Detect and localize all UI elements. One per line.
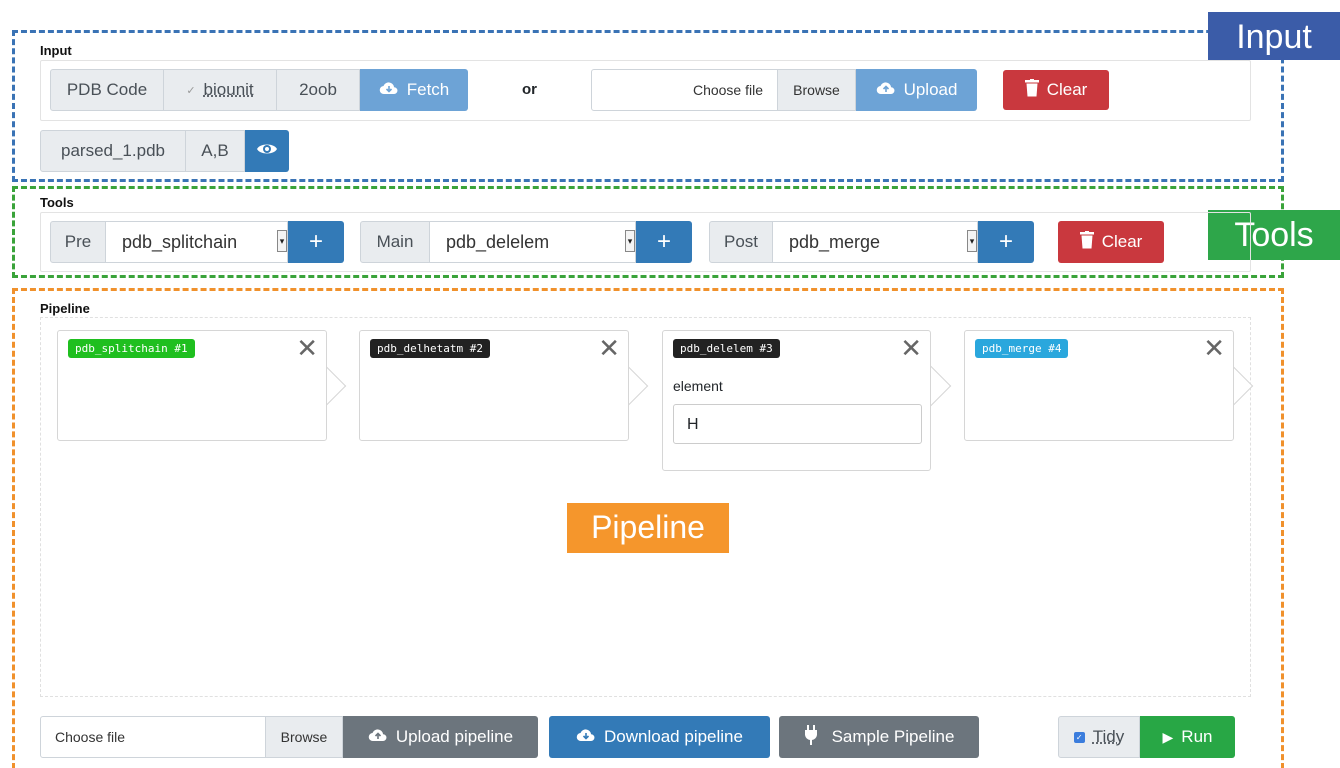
view-structure-button[interactable] (245, 130, 289, 172)
pipeline-step-card[interactable]: pdb_delhetatm #2 ✕ (359, 330, 629, 441)
cloud-download-icon (576, 727, 596, 748)
chains-label: A,B (186, 130, 245, 172)
step-tag: pdb_splitchain #1 (68, 339, 195, 358)
browse-button[interactable]: Browse (778, 69, 856, 111)
trash-icon (1025, 79, 1039, 102)
step-tag: pdb_delhetatm #2 (370, 339, 490, 358)
upload-label: Upload (904, 80, 958, 100)
main-label: Main (360, 221, 430, 263)
main-tool-select[interactable]: pdb_delelem ▾ (430, 221, 636, 263)
sample-pipeline-label: Sample Pipeline (832, 727, 955, 747)
choose-file-text: Choose file (693, 82, 763, 98)
add-main-tool-button[interactable]: + (636, 221, 692, 263)
fetch-button[interactable]: Fetch (360, 69, 468, 111)
close-icon[interactable]: ✕ (296, 333, 318, 364)
pdb-fetch-group: PDB Code ✓ biounit 2oob Fetch (50, 69, 468, 111)
input-clear-button[interactable]: Clear (1003, 70, 1109, 110)
run-label: Run (1181, 727, 1212, 747)
play-icon: ▶ (1163, 729, 1174, 746)
element-param-input[interactable]: H (673, 404, 922, 444)
pipeline-step-card[interactable]: pdb_delelem #3 ✕ element H (662, 330, 931, 471)
upload-button[interactable]: Upload (856, 69, 977, 111)
main-tool-value: pdb_delelem (446, 232, 549, 253)
eye-icon (256, 141, 278, 162)
sample-pipeline-button[interactable]: Sample Pipeline (779, 716, 979, 758)
parsed-file-name: parsed_1.pdb (40, 130, 186, 172)
add-post-tool-button[interactable]: + (978, 221, 1034, 263)
tidy-label: Tidy (1093, 727, 1125, 747)
trash-icon (1080, 231, 1094, 254)
close-icon[interactable]: ✕ (598, 333, 620, 364)
input-title: Input (40, 43, 72, 58)
step-tag: pdb_delelem #3 (673, 339, 780, 358)
checkbox-checked-icon[interactable]: ✓ (1074, 732, 1085, 743)
cloud-upload-icon (368, 727, 388, 748)
download-pipeline-label: Download pipeline (604, 727, 743, 747)
post-tool-value: pdb_merge (789, 232, 880, 253)
checkbox-icon[interactable]: ✓ (186, 84, 195, 97)
post-tool-select[interactable]: pdb_merge ▾ (773, 221, 978, 263)
pipeline-upload-group: Choose file Browse Upload pipeline (40, 716, 538, 758)
pre-label: Pre (50, 221, 106, 263)
run-button[interactable]: ▶ Run (1140, 716, 1235, 758)
step-tag: pdb_merge #4 (975, 339, 1068, 358)
or-label: or (522, 81, 537, 98)
input-clear-label: Clear (1047, 80, 1088, 100)
close-icon[interactable]: ✕ (1203, 333, 1225, 364)
dropdown-caret-icon[interactable]: ▾ (277, 230, 287, 252)
pdb-code-label: PDB Code (50, 69, 164, 111)
cloud-download-icon (379, 80, 399, 101)
pre-tool-value: pdb_splitchain (122, 232, 237, 253)
cloud-upload-icon (876, 80, 896, 101)
upload-pipeline-button[interactable]: Upload pipeline (343, 716, 538, 758)
pre-tool-group: Pre pdb_splitchain ▾ + (50, 221, 344, 263)
tools-clear-button[interactable]: Clear (1058, 221, 1164, 263)
pipeline-step-card[interactable]: pdb_merge #4 ✕ (964, 330, 1234, 441)
download-pipeline-button[interactable]: Download pipeline (549, 716, 770, 758)
main-tool-group: Main pdb_delelem ▾ + (360, 221, 692, 263)
biounit-label: biounit (204, 80, 254, 100)
plug-icon (804, 725, 818, 750)
tools-clear-label: Clear (1102, 232, 1143, 252)
pipeline-overlay-label: Pipeline (567, 503, 729, 553)
input-overlay-label: Input (1208, 12, 1340, 60)
biounit-toggle[interactable]: ✓ biounit (164, 69, 277, 111)
fetch-label: Fetch (407, 80, 450, 100)
tidy-toggle[interactable]: ✓ Tidy (1058, 716, 1140, 758)
pre-tool-select[interactable]: pdb_splitchain ▾ (106, 221, 288, 263)
dropdown-caret-icon[interactable]: ▾ (625, 230, 635, 252)
file-upload-group: Choose file Browse Upload (591, 69, 977, 111)
choose-file-input[interactable]: Choose file (591, 69, 778, 111)
add-pre-tool-button[interactable]: + (288, 221, 344, 263)
parsed-file-group: parsed_1.pdb A,B (40, 130, 289, 172)
post-label: Post (709, 221, 773, 263)
pipeline-choose-file-input[interactable]: Choose file (40, 716, 266, 758)
pipeline-step-card[interactable]: pdb_splitchain #1 ✕ (57, 330, 327, 441)
upload-pipeline-label: Upload pipeline (396, 727, 513, 747)
post-tool-group: Post pdb_merge ▾ + (709, 221, 1034, 263)
close-icon[interactable]: ✕ (900, 333, 922, 364)
dropdown-caret-icon[interactable]: ▾ (967, 230, 977, 252)
pipeline-title: Pipeline (40, 301, 90, 316)
pipeline-choose-file-text: Choose file (55, 729, 125, 745)
pipeline-browse-button[interactable]: Browse (266, 716, 343, 758)
tools-title: Tools (40, 195, 74, 210)
run-group: ✓ Tidy ▶ Run (1058, 716, 1235, 758)
element-param-label: element (673, 378, 723, 394)
pdb-code-input[interactable]: 2oob (277, 69, 360, 111)
